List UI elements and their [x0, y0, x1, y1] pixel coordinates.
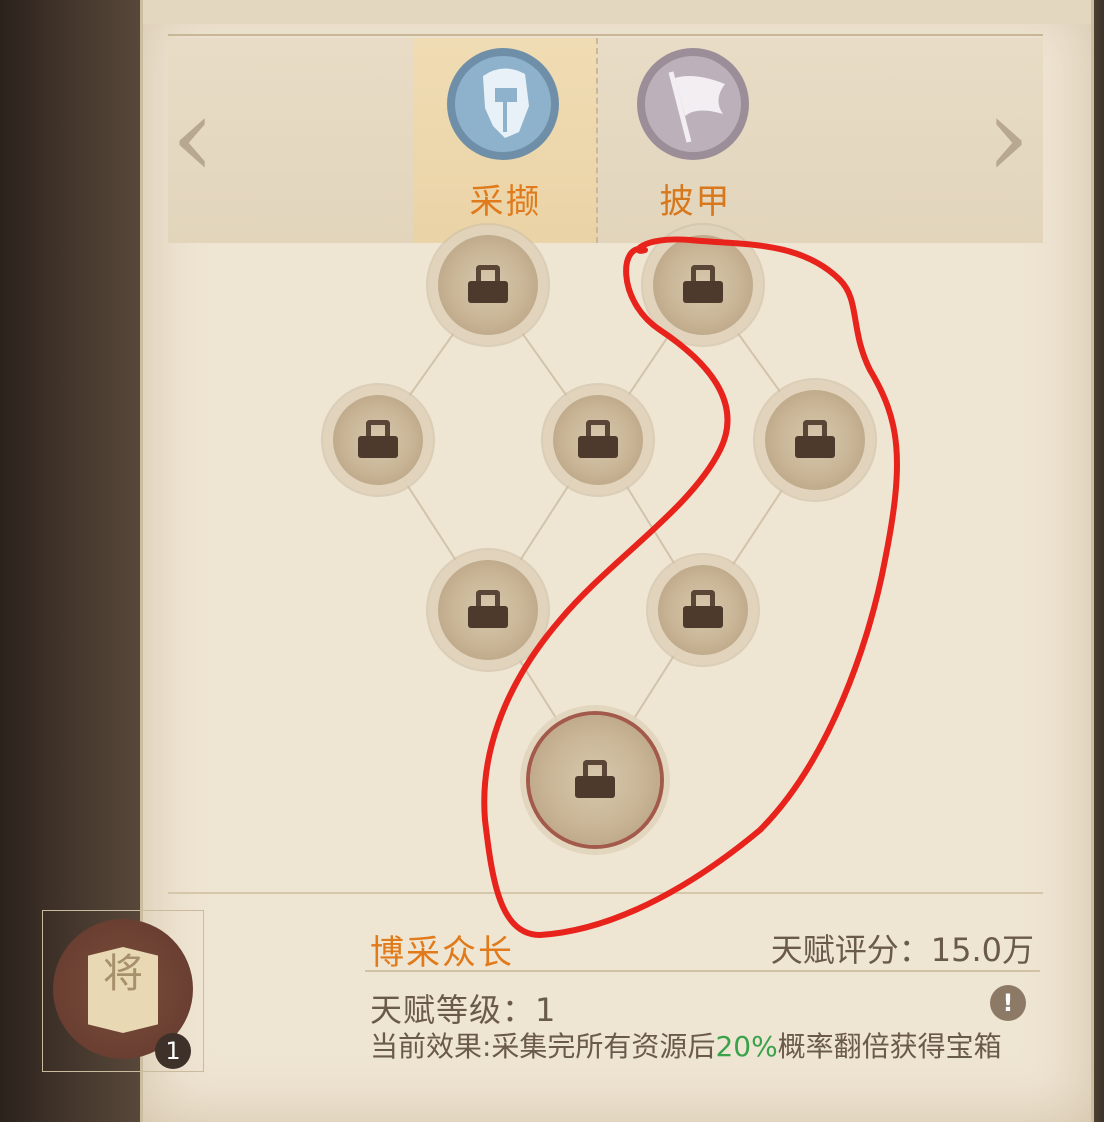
lock-icon — [683, 590, 723, 628]
talent-name: 博采众长 — [370, 933, 514, 973]
talent-icon-frame: 将 1 — [42, 910, 204, 1072]
talent-node[interactable] — [653, 235, 753, 335]
level-badge: 1 — [155, 1033, 191, 1069]
banner-char: 将 — [103, 951, 143, 997]
lock-icon — [795, 420, 835, 458]
effect-prefix: 当前效果:采集完所有资源后 — [370, 1030, 716, 1063]
talent-node[interactable] — [438, 560, 538, 660]
lock-icon — [358, 420, 398, 458]
talent-node[interactable] — [438, 235, 538, 335]
effect-percent: 20% — [715, 1030, 778, 1063]
talent-effect: 当前效果:采集完所有资源后20%概率翻倍获得宝箱 — [370, 1025, 1002, 1065]
talent-node[interactable] — [765, 390, 865, 490]
lock-icon — [575, 760, 615, 798]
divider — [365, 970, 1040, 972]
talent-score: 天赋评分：15.0万 — [770, 931, 1034, 969]
talent-node[interactable] — [333, 395, 423, 485]
lock-icon — [468, 265, 508, 303]
talent-node-root[interactable] — [530, 715, 660, 845]
talent-node[interactable] — [553, 395, 643, 485]
talent-node[interactable] — [658, 565, 748, 655]
info-icon[interactable]: ! — [990, 985, 1026, 1021]
lock-icon — [683, 265, 723, 303]
effect-suffix: 概率翻倍获得宝箱 — [777, 1030, 1002, 1063]
lock-icon — [468, 590, 508, 628]
lock-icon — [578, 420, 618, 458]
divider — [168, 892, 1043, 894]
